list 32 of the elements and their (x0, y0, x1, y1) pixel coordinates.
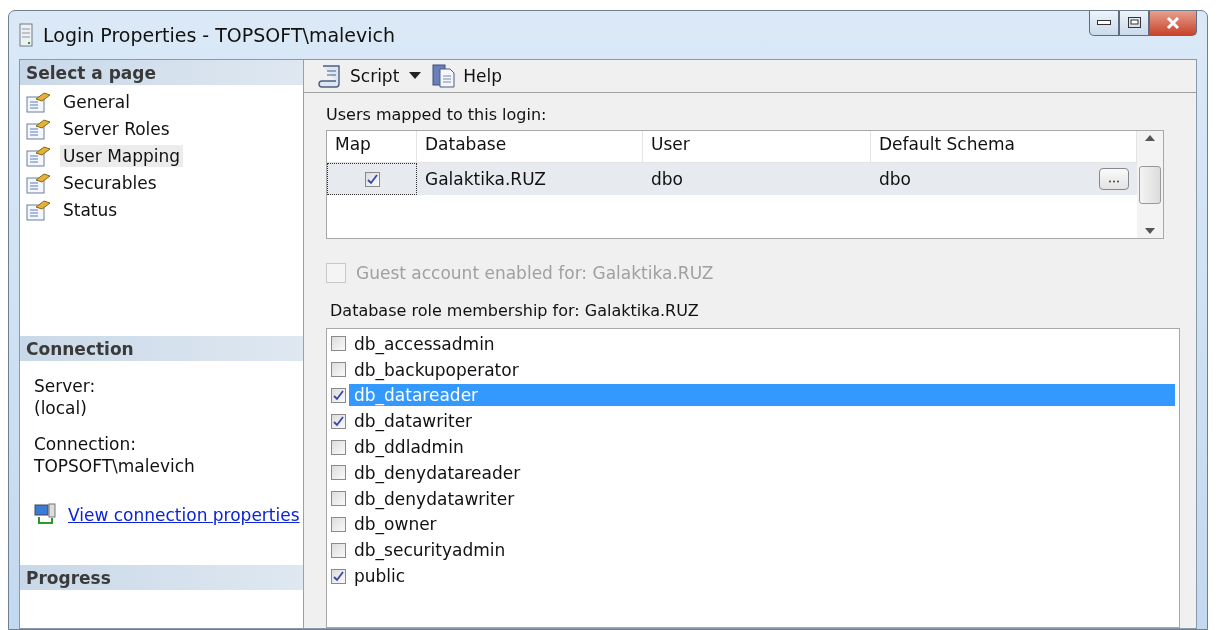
field-value: TOPSOFT\malevich (34, 455, 196, 477)
section-title: Select a page (26, 62, 156, 83)
page-list-item[interactable]: Status (60, 198, 121, 221)
view-connection-link[interactable]: View connection properties (68, 505, 300, 525)
field-value: (local) (34, 397, 88, 419)
window-title: Login Properties - TOPSOFT\malevich (43, 24, 397, 46)
table-cell: dbo (879, 169, 911, 189)
page-list-item[interactable]: Securables (60, 171, 160, 194)
section-title: Progress (26, 567, 111, 588)
field-label: Connection: (34, 433, 137, 455)
checkbox-label: Guest account enabled for: Galaktika.RUZ (356, 263, 714, 283)
table-row[interactable]: Galaktika.RUZ dbo dbo (327, 163, 1137, 195)
section-label: Database role membership for: Galaktika.RUZ (330, 301, 700, 320)
section-title: Connection (26, 338, 134, 359)
role-list-item[interactable]: db_backupoperator (349, 358, 1175, 381)
role-list-item[interactable]: db_datawriter (349, 410, 1175, 433)
table-cell-text: Galaktika.RUZ (424, 168, 547, 191)
role-list-item[interactable]: db_denydatareader (349, 461, 1175, 484)
page-list-item[interactable]: User Mapping (60, 144, 184, 167)
role-list-item[interactable]: db_denydatawriter (349, 487, 1175, 510)
role-list-item[interactable]: db_ddladmin (349, 436, 1175, 459)
toolbar-button[interactable]: Help (429, 61, 505, 91)
page-list-item[interactable]: General (60, 90, 133, 113)
page-list-item[interactable]: Server Roles (60, 117, 173, 140)
role-list-item[interactable]: db_owner (349, 513, 1175, 536)
role-list-item[interactable]: db_securityadmin (349, 539, 1175, 562)
role-list-item[interactable]: db_accessadmin (349, 332, 1175, 355)
field-label: Server: (34, 375, 97, 397)
section-label: Users mapped to this login: (326, 105, 548, 124)
role-list-item[interactable]: public (349, 565, 1175, 588)
toolbar-button[interactable]: Script (316, 61, 402, 91)
table-cell-text: dbo (650, 168, 684, 191)
